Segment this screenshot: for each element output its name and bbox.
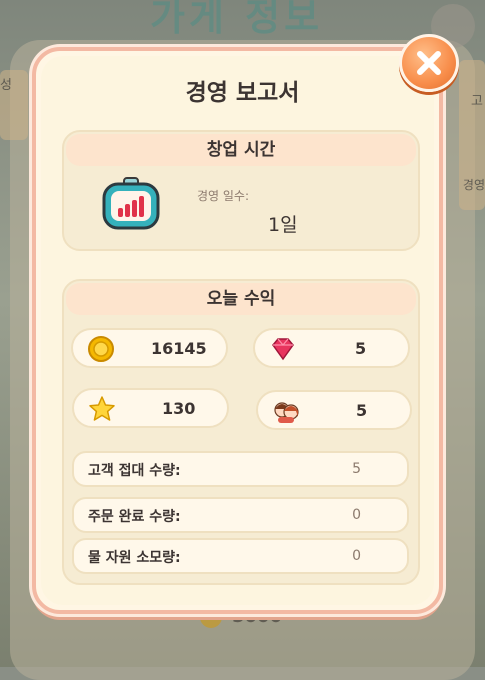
customers-served-value: 5 — [352, 461, 361, 477]
close-x-icon — [417, 51, 441, 75]
gem-reward-pill: 5 — [253, 328, 410, 368]
business-days-label: 경영 일수: — [197, 189, 250, 203]
startup-time-section: 창업 시간 경영 일수: 1일 — [62, 130, 420, 251]
ruby-gem-icon — [272, 338, 294, 361]
business-days-value: 1일 — [268, 214, 298, 236]
customers-served-row: 고객 접대 수량: 5 — [72, 451, 409, 487]
close-button[interactable] — [399, 34, 459, 92]
water-consumed-label: 물 자원 소모량: — [88, 550, 181, 566]
coin-reward-value: 16145 — [151, 339, 207, 358]
customer-reward-value: 5 — [356, 401, 368, 420]
startup-time-header: 창업 시간 — [66, 134, 416, 166]
characters-icon — [274, 402, 299, 423]
star-icon — [89, 396, 115, 421]
background-title: 가게 정보 — [150, 0, 324, 39]
star-reward-value: 130 — [162, 399, 196, 418]
coin-reward-pill: 16145 — [71, 328, 228, 368]
gold-coin-icon — [88, 336, 114, 362]
orders-completed-label: 주문 완료 수량: — [88, 509, 181, 525]
star-reward-pill: 130 — [72, 388, 229, 428]
customers-served-label: 고객 접대 수량: — [88, 463, 181, 479]
background-right-text-2: 경영 — [462, 178, 485, 192]
orders-completed-row: 주문 완료 수량: 0 — [72, 497, 409, 533]
today-earnings-header: 오늘 수익 — [66, 283, 416, 315]
clock-chart-icon — [102, 177, 160, 230]
water-consumed-value: 0 — [352, 548, 361, 564]
gem-reward-value: 5 — [355, 339, 367, 358]
customer-reward-pill: 5 — [256, 390, 412, 430]
water-consumed-row: 물 자원 소모량: 0 — [72, 538, 409, 574]
orders-completed-value: 0 — [352, 507, 361, 523]
